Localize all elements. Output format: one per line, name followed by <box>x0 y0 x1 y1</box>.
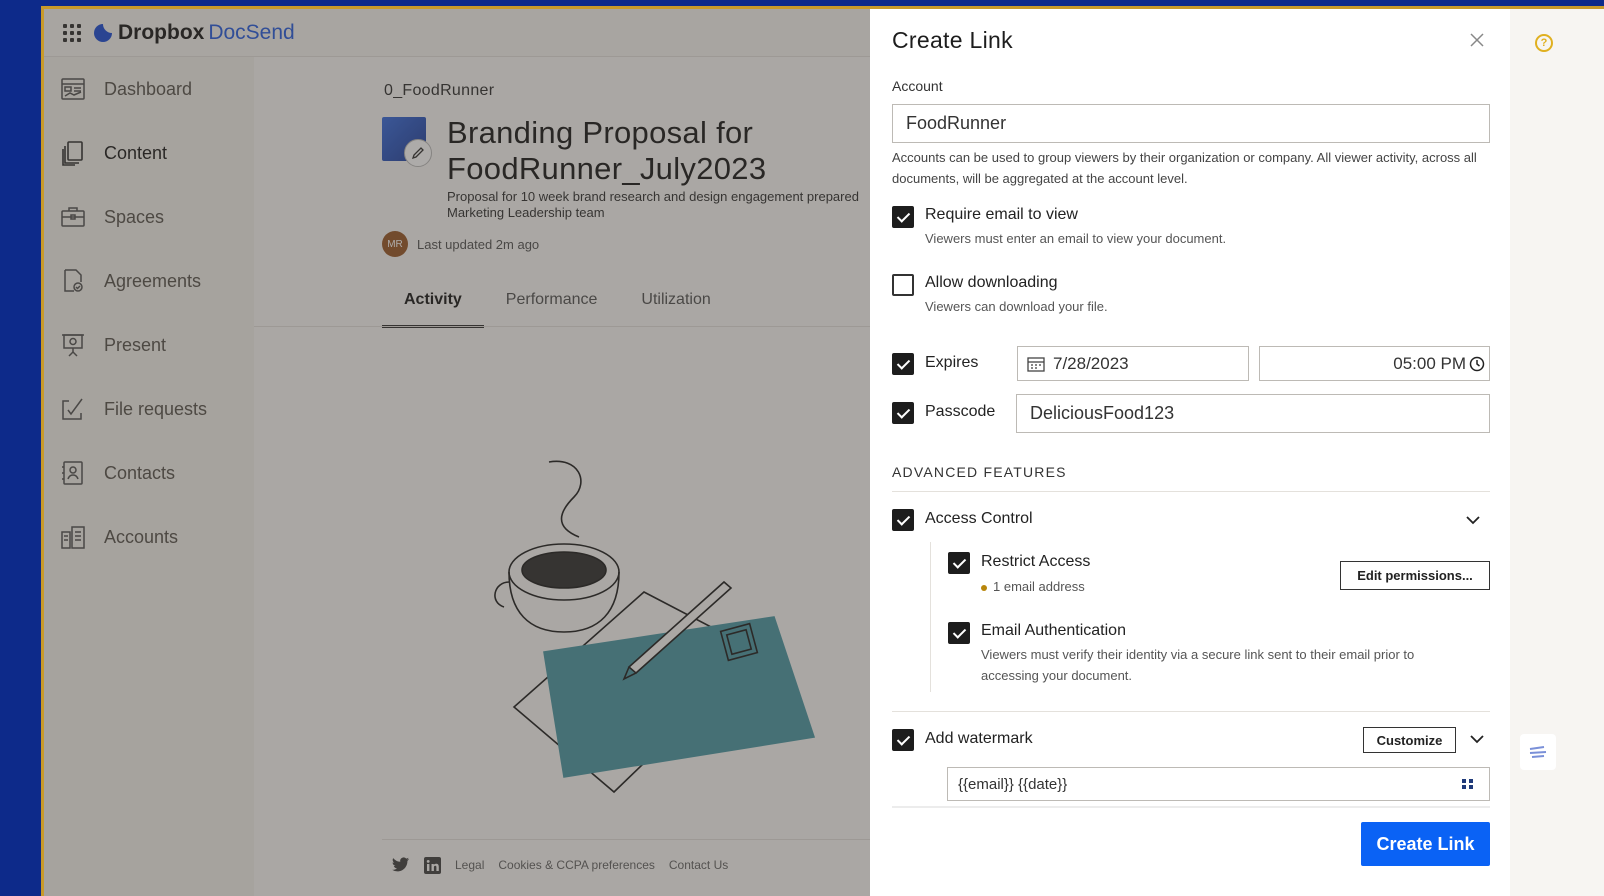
side-panel-toggle[interactable] <box>1520 734 1556 770</box>
expiry-time-input[interactable]: 05:00 PM <box>1259 346 1490 381</box>
help-icon[interactable]: ? <box>1535 34 1553 52</box>
require-email-checkbox[interactable] <box>892 206 914 228</box>
close-icon[interactable] <box>1468 31 1486 49</box>
expires-checkbox[interactable] <box>892 353 914 375</box>
account-input[interactable]: FoodRunner <box>892 104 1490 143</box>
email-authentication-label: Email Authentication <box>981 622 1126 639</box>
create-link-button[interactable]: Create Link <box>1361 822 1490 866</box>
watermark-value: {{email}} {{date}} <box>958 775 1068 793</box>
access-control-label: Access Control <box>925 510 1033 527</box>
account-help-text: Accounts can be used to group viewers by… <box>892 150 1477 186</box>
customize-button[interactable]: Customize <box>1363 727 1456 753</box>
modal-title: Create Link <box>892 27 1013 53</box>
watermark-input[interactable]: {{email}} {{date}} <box>947 767 1490 801</box>
advanced-features-heading: ADVANCED FEATURES <box>892 464 1067 480</box>
expiry-time-value: 05:00 PM <box>1393 353 1466 373</box>
variables-icon[interactable] <box>1461 778 1475 790</box>
email-authentication-help: Viewers must verify their identity via a… <box>981 647 1415 683</box>
expiry-date-value: 7/28/2023 <box>1053 353 1129 373</box>
allow-downloading-help: Viewers can download your file. <box>925 299 1108 314</box>
account-label: Account <box>892 78 943 94</box>
add-watermark-checkbox[interactable] <box>892 729 914 751</box>
passcode-label: Passcode <box>925 403 996 420</box>
require-email-label: Require email to view <box>925 206 1078 223</box>
restrict-access-count: 1 email address <box>993 579 1085 594</box>
create-link-modal: Create Link Account FoodRunner Accounts … <box>870 9 1510 896</box>
allow-downloading-label: Allow downloading <box>925 274 1058 291</box>
allow-downloading-checkbox[interactable] <box>892 274 914 296</box>
require-email-help: Viewers must enter an email to view your… <box>925 231 1227 246</box>
sparkle-icon <box>1529 746 1547 758</box>
restrict-access-checkbox[interactable] <box>948 552 970 574</box>
email-authentication-checkbox[interactable] <box>948 622 970 644</box>
add-watermark-label: Add watermark <box>925 730 1033 747</box>
chevron-down-icon[interactable] <box>1470 732 1484 746</box>
calendar-icon <box>1027 356 1045 372</box>
edit-permissions-button[interactable]: Edit permissions... <box>1340 561 1490 590</box>
restrict-access-label: Restrict Access <box>981 553 1091 570</box>
status-dot <box>981 584 987 591</box>
expiry-date-input[interactable]: 7/28/2023 <box>1017 346 1249 381</box>
clock-icon <box>1469 356 1485 371</box>
restrict-access-detail: 1 email address <box>981 576 1085 597</box>
scroll-divider <box>892 806 1490 808</box>
expires-label: Expires <box>925 354 979 371</box>
section-divider <box>892 711 1490 712</box>
passcode-checkbox[interactable] <box>892 402 914 424</box>
nested-indent-line <box>930 542 931 692</box>
chevron-down-icon[interactable] <box>1466 513 1480 527</box>
access-control-checkbox[interactable] <box>892 509 914 531</box>
app-window: Dropbox DocSend Dashboard Content Spaces… <box>41 6 1604 896</box>
passcode-input[interactable]: DeliciousFood123 <box>1016 394 1490 433</box>
section-divider <box>892 491 1490 492</box>
